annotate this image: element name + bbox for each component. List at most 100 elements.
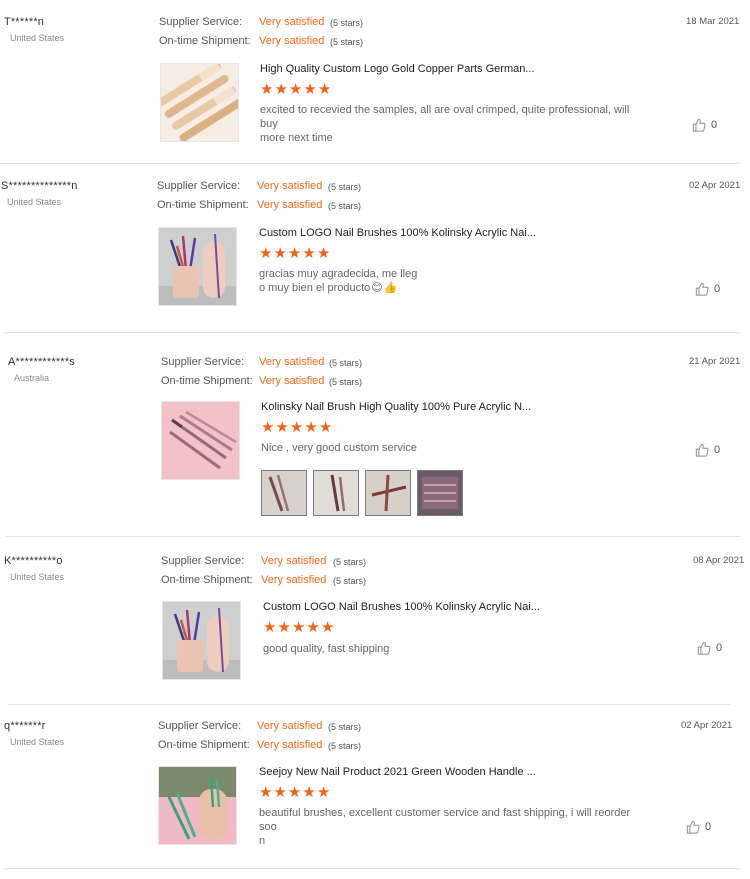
on-time-shipment-label: On-time Shipment:	[157, 199, 249, 211]
product-thumbnail[interactable]	[158, 766, 237, 845]
supplier-service-stars: (5 stars)	[329, 358, 363, 368]
thumbs-up-icon	[695, 282, 709, 296]
product-title-link[interactable]: Kolinsky Nail Brush High Quality 100% Pu…	[261, 401, 531, 413]
review-photo[interactable]	[365, 470, 411, 516]
star-icon: ★	[316, 245, 331, 262]
product-title-link[interactable]: Custom LOGO Nail Brushes 100% Kolinsky A…	[263, 601, 540, 613]
thumbs-up-icon	[695, 443, 709, 457]
comment-line: Nice , very good custom service	[261, 442, 417, 454]
star-icon: ★	[287, 245, 302, 262]
on-time-shipment-rating: Very satisfied	[259, 375, 325, 387]
review-photo[interactable]	[313, 470, 359, 516]
on-time-shipment-rating: Very satisfied	[257, 739, 323, 751]
star-icon: ★	[263, 619, 277, 636]
thumbs-up-icon	[692, 118, 706, 132]
reviewer-name: K**********o	[4, 555, 63, 567]
thumbs-up-emoji-icon: 👍	[383, 281, 398, 294]
star-icon: ★	[260, 81, 274, 98]
on-time-shipment-stars: (5 stars)	[329, 377, 363, 387]
on-time-shipment-stars: (5 stars)	[328, 201, 362, 211]
star-rating: ★ ★ ★ ★ ★	[263, 620, 334, 635]
brush-box-photo-icon	[418, 471, 462, 515]
star-icon: ★	[259, 784, 273, 801]
brush-cup-photo-icon	[159, 228, 236, 305]
star-icon: ★	[304, 419, 318, 436]
review-comment: gracias muy agradecida, me lleg o muy bi…	[259, 267, 644, 295]
on-time-shipment-stars: (5 stars)	[328, 741, 362, 751]
star-icon: ★	[277, 619, 291, 636]
on-time-shipment-rating: Very satisfied	[259, 35, 325, 47]
star-icon: ★	[318, 419, 333, 436]
comment-line: gracias muy agradecida, me lleg	[259, 268, 418, 280]
helpful-button[interactable]: 0	[692, 118, 717, 132]
review-card: A************s Australia Supplier Servic…	[0, 333, 750, 537]
review-date: 21 Apr 2021	[689, 356, 741, 367]
star-icon: ★	[274, 81, 288, 98]
supplier-service-rating: Very satisfied	[259, 356, 325, 368]
on-time-shipment-stars: (5 stars)	[330, 37, 364, 47]
star-icon: ★	[317, 81, 332, 98]
star-rating: ★ ★ ★ ★ ★	[260, 82, 331, 97]
star-icon: ★	[320, 619, 335, 636]
product-thumbnail[interactable]	[162, 601, 241, 680]
product-title-link[interactable]: Custom LOGO Nail Brushes 100% Kolinsky A…	[259, 227, 536, 239]
reviewer-country: United States	[10, 737, 65, 747]
supplier-service-label: Supplier Service:	[157, 180, 241, 192]
reviewer-country: United States	[7, 197, 62, 207]
supplier-service-rating: Very satisfied	[259, 16, 325, 28]
supplier-service-rating: Very satisfied	[261, 555, 327, 567]
supplier-service-label: Supplier Service:	[161, 555, 245, 567]
helpful-count: 0	[714, 283, 721, 295]
thumbs-up-icon	[697, 641, 711, 655]
gold-brush-set-photo-icon	[161, 64, 238, 141]
product-thumbnail[interactable]	[158, 227, 237, 306]
review-divider	[0, 163, 740, 164]
supplier-service-label: Supplier Service:	[158, 720, 242, 732]
on-time-shipment-rating: Very satisfied	[261, 574, 327, 586]
star-icon: ★	[303, 81, 317, 98]
star-icon: ★	[302, 784, 316, 801]
review-divider	[4, 868, 740, 869]
helpful-button[interactable]: 0	[697, 641, 722, 655]
helpful-button[interactable]: 0	[686, 820, 711, 834]
review-comment: Nice , very good custom service	[261, 441, 646, 455]
review-comment: good quality, fast shipping	[263, 642, 648, 656]
reviewer-country: Australia	[14, 373, 50, 383]
helpful-button[interactable]: 0	[695, 443, 720, 457]
supplier-service-stars: (5 stars)	[333, 557, 367, 567]
supplier-service-stars: (5 stars)	[328, 722, 362, 732]
on-time-shipment-label: On-time Shipment:	[158, 739, 250, 751]
star-rating: ★ ★ ★ ★ ★	[261, 420, 332, 435]
comment-line: excited to recevied the samples, all are…	[260, 104, 630, 130]
supplier-service-stars: (5 stars)	[330, 18, 364, 28]
pink-brushes-photo-icon	[162, 402, 239, 479]
review-date: 08 Apr 2021	[693, 555, 745, 566]
star-icon: ★	[275, 419, 289, 436]
product-title-link[interactable]: Seejoy New Nail Product 2021 Green Woode…	[259, 766, 536, 778]
supplier-service-label: Supplier Service:	[161, 356, 245, 368]
review-comment: excited to recevied the samples, all are…	[260, 103, 645, 145]
review-card: q*******r United States Supplier Service…	[0, 705, 750, 879]
reviewer-name: S**************n	[1, 180, 78, 192]
thumbs-up-icon	[686, 820, 700, 834]
review-photo[interactable]	[417, 470, 463, 516]
star-icon: ★	[273, 245, 287, 262]
review-photo[interactable]	[261, 470, 307, 516]
comment-line: good quality, fast shipping	[263, 643, 390, 655]
product-title-link[interactable]: High Quality Custom Logo Gold Copper Par…	[260, 63, 535, 75]
product-thumbnail[interactable]	[161, 401, 240, 480]
helpful-count: 0	[711, 119, 718, 131]
reviews-list: T******n United States Supplier Service:…	[0, 0, 750, 879]
star-icon: ★	[289, 419, 304, 436]
helpful-count: 0	[705, 821, 712, 833]
supplier-service-rating: Very satisfied	[257, 720, 323, 732]
brush-photo-icon	[366, 471, 410, 515]
star-rating: ★ ★ ★ ★ ★	[259, 246, 330, 261]
helpful-button[interactable]: 0	[695, 282, 720, 296]
reviewer-name: A************s	[8, 356, 76, 368]
star-icon: ★	[273, 784, 287, 801]
product-thumbnail[interactable]	[160, 63, 239, 142]
review-card: K**********o United States Supplier Serv…	[0, 537, 750, 705]
reviewer-name: q*******r	[4, 720, 46, 732]
helpful-count: 0	[716, 642, 723, 654]
